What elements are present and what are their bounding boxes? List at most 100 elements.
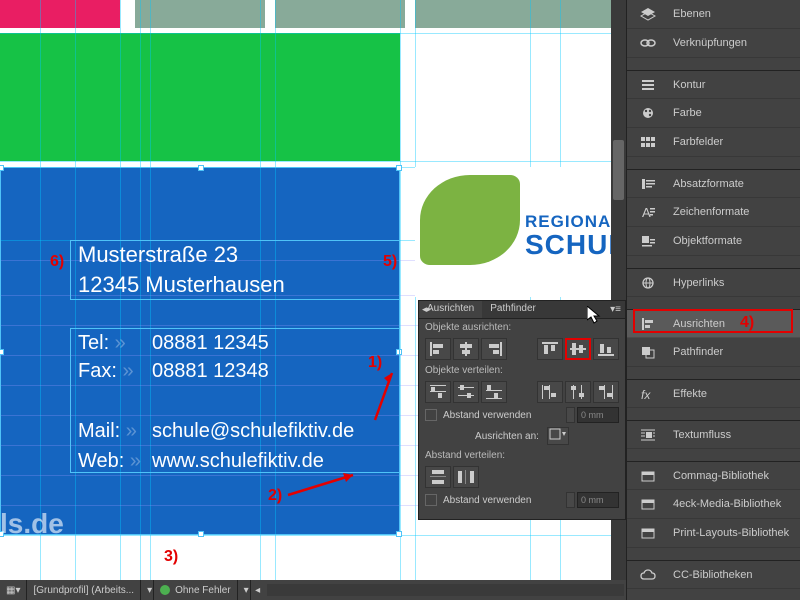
expand-icon[interactable]: ◂▸	[422, 304, 431, 315]
pathfinder-icon	[639, 345, 657, 359]
align-vcenter-button[interactable]	[565, 338, 591, 360]
panel-item-label: Absatzformate	[673, 178, 744, 190]
marker-3: 3)	[164, 548, 178, 566]
align-to-dropdown[interactable]	[547, 427, 569, 445]
panel-item-cc-bibliotheken[interactable]: CC-Bibliotheken	[627, 560, 800, 589]
panel-item-textumfluss[interactable]: Textumfluss	[627, 420, 800, 449]
marker-6: 6)	[50, 253, 64, 271]
dropdown-icon[interactable]: ▾	[238, 580, 251, 600]
distribute-hcenter-button[interactable]	[565, 381, 591, 403]
section-label: Objekte ausrichten:	[419, 319, 625, 336]
align-to-label: Ausrichten an:	[475, 431, 539, 442]
panel-item-pathfinder[interactable]: Pathfinder	[627, 338, 800, 367]
panel-item-farbfelder[interactable]: Farbfelder	[627, 128, 800, 157]
panel-item-verkn-pfungen[interactable]: Verknüpfungen	[627, 29, 800, 58]
status-bar: ▦▾ [Grundprofil] (Arbeits... ▾ Ohne Fehl…	[0, 580, 626, 600]
panel-item-zeichenformate[interactable]: A Zeichenformate	[627, 198, 800, 227]
panel-item-objektformate[interactable]: Objektformate	[627, 227, 800, 256]
red-arrow-icon	[370, 365, 400, 425]
use-spacing-checkbox[interactable]	[425, 409, 437, 421]
dropdown-icon[interactable]: ▾	[141, 580, 154, 600]
distribute-hspace-button[interactable]	[453, 466, 479, 488]
char-icon: A	[639, 205, 657, 219]
panel-item--eck-media-bibliothek[interactable]: 4eck-Media-Bibliothek	[627, 490, 800, 519]
color-icon	[639, 106, 657, 120]
section-label: Abstand verteilen:	[419, 447, 625, 464]
image-placeholder	[415, 0, 611, 28]
panels-dock: Ebenen Verknüpfungen Kontur Farbe Farbfelder…	[626, 0, 800, 600]
leaf-icon	[420, 175, 520, 265]
distribute-right-button[interactable]	[593, 381, 619, 403]
svg-text:A: A	[642, 205, 651, 219]
panel-item-label: Print-Layouts-Bibliothek	[673, 527, 789, 539]
panel-item-label: Ebenen	[673, 8, 711, 20]
svg-text:fx: fx	[641, 388, 651, 401]
panel-item-farbe[interactable]: Farbe	[627, 99, 800, 128]
distribute-top-button[interactable]	[425, 381, 451, 403]
panel-item-commag-bibliothek[interactable]: Commag-Bibliothek	[627, 461, 800, 490]
scroll-thumb[interactable]	[613, 140, 624, 200]
scroll-left-icon[interactable]: ◂	[251, 585, 265, 596]
panel-item-print-layouts-bibliothek[interactable]: Print-Layouts-Bibliothek	[627, 519, 800, 548]
panel-item-label: Effekte	[673, 388, 707, 400]
page-nav-icon[interactable]: ▦▾	[0, 580, 27, 600]
links-icon	[639, 36, 657, 50]
align-right-button[interactable]	[481, 338, 507, 360]
align-top-button[interactable]	[537, 338, 563, 360]
panel-item-kontur[interactable]: Kontur	[627, 70, 800, 99]
use-spacing-label: Abstand verwenden	[443, 410, 531, 421]
selection-text-frame[interactable]	[70, 328, 400, 473]
stepper[interactable]	[566, 492, 575, 508]
pink-rect	[0, 0, 120, 28]
align-panel[interactable]: ◂▸ Ausrichten Pathfinder ▾≡ Objekte ausr…	[418, 300, 626, 520]
align-bottom-button[interactable]	[593, 338, 619, 360]
obj-icon	[639, 234, 657, 248]
marker-4: 4)	[740, 314, 754, 332]
swatches-icon	[639, 135, 657, 149]
selection-text-frame[interactable]	[70, 240, 400, 300]
panel-menu-icon[interactable]: ▾≡	[610, 304, 621, 315]
panel-item-effekte[interactable]: fx Effekte	[627, 379, 800, 408]
panel-item-label: Hyperlinks	[673, 277, 724, 289]
use-spacing-checkbox-2[interactable]	[425, 494, 437, 506]
cc-icon	[639, 568, 657, 582]
panel-item-label: Objektformate	[673, 235, 742, 247]
image-placeholder	[135, 0, 265, 28]
status-dot-icon	[160, 585, 170, 595]
horizontal-scrollbar[interactable]	[267, 584, 624, 596]
panel-item-hyperlinks[interactable]: Hyperlinks	[627, 268, 800, 297]
spacing-input-2[interactable]	[577, 492, 619, 508]
panel-item-label: 4eck-Media-Bibliothek	[673, 498, 781, 510]
panel-item-label: CC-Bibliotheken	[673, 569, 752, 581]
panel-item-label: Farbe	[673, 107, 702, 119]
image-placeholder	[275, 0, 405, 28]
stepper[interactable]	[566, 407, 575, 423]
profile-label[interactable]: [Grundprofil] (Arbeits...	[27, 580, 141, 600]
red-arrow-icon	[283, 470, 363, 500]
spacing-input[interactable]	[577, 407, 619, 423]
white-rect	[415, 33, 611, 161]
panel-item-label: Zeichenformate	[673, 206, 749, 218]
hyper-icon	[639, 276, 657, 290]
distribute-vcenter-button[interactable]	[453, 381, 479, 403]
marker-2: 2)	[268, 487, 282, 505]
preflight-status[interactable]: Ohne Fehler	[154, 580, 238, 600]
para-icon	[639, 177, 657, 191]
marker-5: 5)	[383, 253, 397, 271]
panel-item-ebenen[interactable]: Ebenen	[627, 0, 800, 29]
align-hcenter-button[interactable]	[453, 338, 479, 360]
panel-item-label: Textumfluss	[673, 429, 731, 441]
distribute-bottom-button[interactable]	[481, 381, 507, 403]
wrap-icon	[639, 428, 657, 442]
panel-item-label: Kontur	[673, 79, 705, 91]
use-spacing-label-2: Abstand verwenden	[443, 495, 531, 506]
tab-pathfinder[interactable]: Pathfinder	[482, 301, 544, 318]
distribute-left-button[interactable]	[537, 381, 563, 403]
logo-area: REGIONAL SCHULE	[415, 167, 611, 297]
align-left-button[interactable]	[425, 338, 451, 360]
distribute-vspace-button[interactable]	[425, 466, 451, 488]
panel-item-absatzformate[interactable]: Absatzformate	[627, 169, 800, 198]
lib-icon	[639, 469, 657, 483]
layers-icon	[639, 7, 657, 21]
lib-icon	[639, 526, 657, 540]
